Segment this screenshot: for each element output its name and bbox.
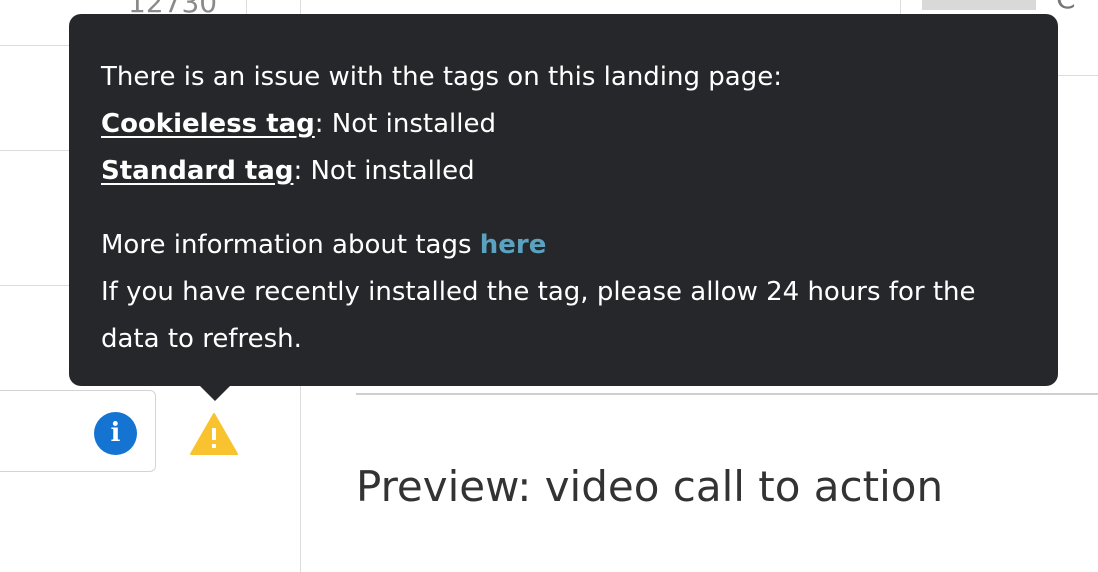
more-info-link[interactable]: here <box>480 230 547 260</box>
tag-status-row: Cookieless tag: Not installed <box>101 101 1026 148</box>
tooltip-heading: There is an issue with the tags on this … <box>101 62 782 92</box>
row-divider <box>0 285 70 286</box>
row-divider <box>0 45 70 46</box>
tag-status: : Not installed <box>314 109 496 139</box>
table-chip <box>922 0 1036 10</box>
tooltip-arrow <box>199 385 231 401</box>
tag-status-row: Standard tag: Not installed <box>101 148 1026 195</box>
more-info-line: More information about tags here <box>101 222 1026 269</box>
tag-status: : Not installed <box>293 156 475 186</box>
column-divider <box>900 0 901 14</box>
refresh-note: data to refresh. <box>101 324 302 354</box>
page: 12730 C i Preview: video call to action … <box>0 0 1098 572</box>
tag-name-link[interactable]: Standard tag <box>101 156 293 186</box>
tag-issue-tooltip: There is an issue with the tags on this … <box>69 14 1058 386</box>
info-icon[interactable]: i <box>94 412 137 455</box>
warning-icon[interactable] <box>189 412 239 456</box>
more-info-text: More information about tags <box>101 230 480 260</box>
tag-name-link[interactable]: Cookieless tag <box>101 109 315 139</box>
preview-title: Preview: video call to action <box>356 462 944 511</box>
row-divider <box>1058 75 1098 76</box>
section-divider <box>356 393 1098 395</box>
column-divider <box>246 0 247 14</box>
row-divider <box>0 150 70 151</box>
table-cell-text: C <box>1056 0 1076 15</box>
refresh-note: If you have recently installed the tag, … <box>101 277 976 307</box>
